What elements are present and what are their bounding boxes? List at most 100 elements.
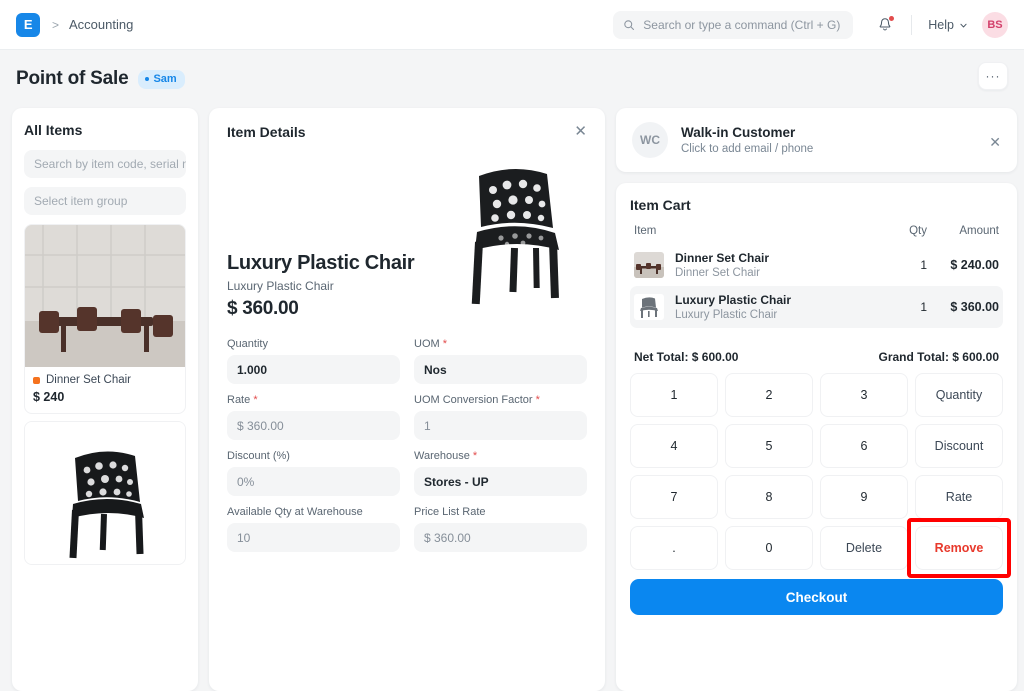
available-qty-input[interactable]: 10 xyxy=(227,523,400,552)
close-icon[interactable]: ✕ xyxy=(574,124,587,139)
numpad-key-7[interactable]: 7 xyxy=(630,475,718,519)
price-list-rate-input[interactable]: $ 360.00 xyxy=(414,523,587,552)
required-marker: * xyxy=(536,394,540,406)
column-header-item: Item xyxy=(634,225,875,237)
notifications-button[interactable] xyxy=(875,15,895,35)
delete-button[interactable]: Delete xyxy=(820,526,908,570)
required-marker: * xyxy=(443,338,447,350)
erpnext-logo-icon[interactable]: E xyxy=(16,13,40,37)
quantity-input[interactable]: 1.000 xyxy=(227,355,400,384)
uom-conversion-factor-input[interactable]: 1 xyxy=(414,411,587,440)
numpad-key-9[interactable]: 9 xyxy=(820,475,908,519)
numpad-key-8[interactable]: 8 xyxy=(725,475,813,519)
customer-panel[interactable]: WC Walk-in Customer Click to add email /… xyxy=(616,108,1017,172)
page-title: Point of Sale xyxy=(16,68,128,90)
item-cart-panel: Item Cart Item Qty Amount Di xyxy=(616,183,1017,691)
navbar-divider xyxy=(911,15,912,35)
field-label: UOM Conversion Factor * xyxy=(414,394,587,406)
ellipsis-icon: ··· xyxy=(986,69,1001,83)
status-dot-icon xyxy=(145,77,149,81)
cart-item-name: Luxury Plastic Chair xyxy=(675,293,875,307)
field-label: Warehouse * xyxy=(414,450,587,462)
avatar-initials: BS xyxy=(987,19,1002,31)
label-text: Available Qty at Warehouse xyxy=(227,506,363,518)
uom-input[interactable]: Nos xyxy=(414,355,587,384)
checkout-button[interactable]: Checkout xyxy=(630,579,1003,615)
pos-layout: All Items Search by item code, serial n … xyxy=(0,108,1024,691)
page-menu-button[interactable]: ··· xyxy=(978,62,1008,90)
numpad-key-2[interactable]: 2 xyxy=(725,373,813,417)
cart-item-name: Dinner Set Chair xyxy=(675,251,875,265)
discount-input[interactable]: 0% xyxy=(227,467,400,496)
column-header-qty: Qty xyxy=(875,225,927,237)
quantity-button[interactable]: Quantity xyxy=(915,373,1003,417)
cart-column-headers: Item Qty Amount xyxy=(630,225,1003,244)
product-image xyxy=(25,422,185,564)
field-discount: Discount (%) 0% xyxy=(227,450,400,496)
numpad-key-1[interactable]: 1 xyxy=(630,373,718,417)
item-cart-title: Item Cart xyxy=(630,197,1003,213)
cart-item-thumbnail xyxy=(634,252,664,278)
avatar[interactable]: BS xyxy=(982,12,1008,38)
chevron-down-icon xyxy=(959,21,968,30)
column-header-amount: Amount xyxy=(927,225,999,237)
product-name-row: Dinner Set Chair xyxy=(33,374,177,386)
cart-item-qty: 1 xyxy=(875,300,927,314)
cart-totals: Net Total: $ 600.00 Grand Total: $ 600.0… xyxy=(634,350,999,364)
product-name: Dinner Set Chair xyxy=(46,374,131,386)
cart-item-texts: Luxury Plastic Chair Luxury Plastic Chai… xyxy=(675,293,875,321)
field-label: UOM * xyxy=(414,338,587,350)
all-items-panel: All Items Search by item code, serial n … xyxy=(12,108,198,691)
field-rate: Rate * $ 360.00 xyxy=(227,394,400,440)
remove-button-slot: Remove xyxy=(915,526,1003,570)
label-text: Rate xyxy=(227,394,250,406)
numpad-key-4[interactable]: 4 xyxy=(630,424,718,468)
field-label: Discount (%) xyxy=(227,450,400,462)
field-label: Quantity xyxy=(227,338,400,350)
cart-item-amount: $ 360.00 xyxy=(927,300,999,314)
page-header: Point of Sale Sam ··· xyxy=(0,50,1024,108)
item-details-panel: Item Details ✕ Luxury Plastic Chair Luxu… xyxy=(209,108,605,691)
breadcrumb[interactable]: Accounting xyxy=(69,17,133,32)
item-description: Luxury Plastic Chair xyxy=(227,279,437,293)
warehouse-input[interactable]: Stores - UP xyxy=(414,467,587,496)
status-badge[interactable]: Sam xyxy=(138,70,184,89)
product-card[interactable]: Dinner Set Chair $ 240 xyxy=(24,224,186,414)
discount-button[interactable]: Discount xyxy=(915,424,1003,468)
numpad-key-dot[interactable]: . xyxy=(630,526,718,570)
cart-item-description: Luxury Plastic Chair xyxy=(675,309,875,321)
label-text: Discount (%) xyxy=(227,450,290,462)
field-label: Available Qty at Warehouse xyxy=(227,506,400,518)
rate-button[interactable]: Rate xyxy=(915,475,1003,519)
remove-button[interactable]: Remove xyxy=(915,526,1003,570)
item-name: Luxury Plastic Chair xyxy=(227,252,437,275)
numpad-key-0[interactable]: 0 xyxy=(725,526,813,570)
cart-column: WC Walk-in Customer Click to add email /… xyxy=(616,108,1017,691)
all-items-title: All Items xyxy=(24,122,186,138)
item-group-placeholder: Select item group xyxy=(34,194,127,208)
stock-indicator-icon xyxy=(33,377,40,384)
net-total: Net Total: $ 600.00 xyxy=(634,350,738,364)
item-search-placeholder: Search by item code, serial n xyxy=(34,157,186,171)
numpad-key-3[interactable]: 3 xyxy=(820,373,908,417)
close-icon[interactable]: ✕ xyxy=(989,134,1001,151)
rate-input[interactable]: $ 360.00 xyxy=(227,411,400,440)
numpad-key-5[interactable]: 5 xyxy=(725,424,813,468)
item-group-select[interactable]: Select item group xyxy=(24,187,186,215)
search-icon xyxy=(623,19,635,31)
customer-texts: Walk-in Customer Click to add email / ph… xyxy=(681,125,813,155)
product-card[interactable] xyxy=(24,421,186,565)
help-menu[interactable]: Help xyxy=(928,18,968,32)
numpad-key-6[interactable]: 6 xyxy=(820,424,908,468)
item-hero: Luxury Plastic Chair Luxury Plastic Chai… xyxy=(227,142,587,322)
search-input[interactable]: Search or type a command (Ctrl + G) xyxy=(613,11,853,39)
cart-item-qty: 1 xyxy=(875,258,927,272)
label-text: Price List Rate xyxy=(414,506,486,518)
field-price-list-rate: Price List Rate $ 360.00 xyxy=(414,506,587,552)
table-row[interactable]: Dinner Set Chair Dinner Set Chair 1 $ 24… xyxy=(630,244,1003,286)
field-quantity: Quantity 1.000 xyxy=(227,338,400,384)
search-placeholder: Search or type a command (Ctrl + G) xyxy=(643,18,840,32)
help-label: Help xyxy=(928,18,954,32)
item-search-input[interactable]: Search by item code, serial n xyxy=(24,150,186,178)
table-row[interactable]: Luxury Plastic Chair Luxury Plastic Chai… xyxy=(630,286,1003,328)
